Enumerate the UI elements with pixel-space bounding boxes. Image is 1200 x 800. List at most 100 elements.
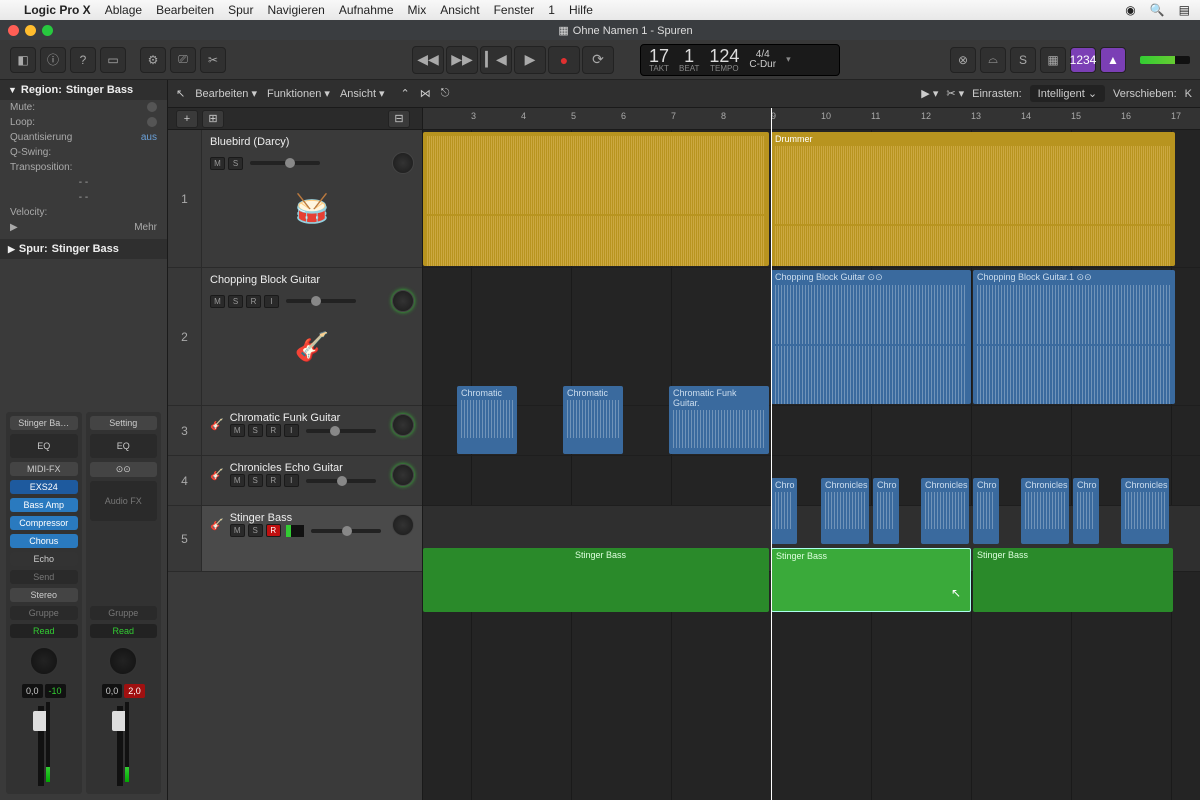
tracks-edit-menu[interactable]: Bearbeiten ▾ xyxy=(195,87,257,100)
minimize-button[interactable] xyxy=(25,25,36,36)
strip-automation[interactable]: Read xyxy=(10,624,78,638)
metronome-button[interactable]: ▲ xyxy=(1100,47,1126,73)
solo-button[interactable]: S xyxy=(228,295,243,308)
pointer-tool[interactable]: ▶ ▾ xyxy=(921,87,938,100)
flex-icon[interactable]: ⋈ xyxy=(420,87,431,100)
track-name[interactable]: Chronicles Echo Guitar xyxy=(230,462,376,474)
volume-slider[interactable] xyxy=(306,479,376,483)
strip-fader[interactable] xyxy=(38,706,44,786)
menu-fenster[interactable]: Fenster xyxy=(494,3,535,17)
add-track-button[interactable]: + xyxy=(176,110,198,128)
region-transpose-row[interactable]: Transposition: xyxy=(0,160,167,175)
input-monitor-button[interactable]: I xyxy=(264,295,279,308)
forward-button[interactable]: ▶▶ xyxy=(446,46,478,74)
lcd-display[interactable]: 17TAKT 1BEAT 124TEMPO 4/4C-Dur ▾ xyxy=(640,44,840,76)
track-name[interactable]: Chopping Block Guitar xyxy=(210,274,414,286)
region-chromatic-3[interactable]: Chromatic Funk Guitar. xyxy=(669,386,769,454)
snap-select[interactable]: Intelligent ⌄ xyxy=(1030,85,1105,102)
region-stinger-1[interactable]: Stinger Bass xyxy=(423,548,769,612)
record-enable-button[interactable]: R xyxy=(266,524,281,537)
inspector-button[interactable]: ⓘ xyxy=(40,47,66,73)
pan-knob[interactable] xyxy=(392,514,414,536)
menu-aufnahme[interactable]: Aufnahme xyxy=(339,3,394,17)
toolbar-button[interactable]: ▭ xyxy=(100,47,126,73)
track-name[interactable]: Chromatic Funk Guitar xyxy=(230,412,376,424)
region-qswing-row[interactable]: Q-Swing: xyxy=(0,145,167,160)
solo-button[interactable]: S xyxy=(1010,47,1036,73)
lcd-signature[interactable]: 4/4 xyxy=(756,50,770,60)
track-header-5[interactable]: 5 🎸 Stinger Bass M S R xyxy=(168,506,422,572)
strip-group-b[interactable]: Gruppe xyxy=(90,606,158,620)
menu-extra-icon[interactable]: ▤ xyxy=(1179,3,1190,17)
strip-midifx[interactable]: MIDI-FX xyxy=(10,462,78,476)
smart-controls-button[interactable]: ⚙ xyxy=(140,47,166,73)
region-chronicles-3[interactable]: Chro xyxy=(873,478,899,544)
strip-name[interactable]: Stinger Ba… xyxy=(10,416,78,430)
volume-slider[interactable] xyxy=(306,429,376,433)
tuner-button[interactable]: ⌓ xyxy=(980,47,1006,73)
strip-fx-4[interactable]: Echo xyxy=(10,552,78,566)
volume-slider[interactable] xyxy=(286,299,356,303)
track-name[interactable]: Bluebird (Darcy) xyxy=(210,136,414,148)
solo-button[interactable]: S xyxy=(248,424,263,437)
region-chopping-2[interactable]: Chopping Block Guitar.1 ⊙⊙ xyxy=(973,270,1175,404)
strip-instrument[interactable]: EXS24 xyxy=(10,480,78,494)
region-chronicles-4[interactable]: Chronicles xyxy=(921,478,969,544)
region-chronicles-7[interactable]: Chro xyxy=(1073,478,1099,544)
lcd-bars[interactable]: 17 xyxy=(649,47,669,65)
region-chronicles-8[interactable]: Chronicles xyxy=(1121,478,1169,544)
region-stinger-2[interactable]: Stinger Bass xyxy=(771,548,971,612)
region-chromatic-2[interactable]: Chromatic xyxy=(563,386,623,454)
move-value[interactable]: K xyxy=(1185,88,1192,100)
lcd-beat[interactable]: 1 xyxy=(684,47,694,65)
strip-pan-knob-b[interactable] xyxy=(108,646,138,676)
strip-group[interactable]: Gruppe xyxy=(10,606,78,620)
menu-hilfe[interactable]: Hilfe xyxy=(569,3,593,17)
replace-button[interactable]: ⊗ xyxy=(950,47,976,73)
menu-mix[interactable]: Mix xyxy=(408,3,427,17)
menu-1[interactable]: 1 xyxy=(548,3,555,17)
track-header-2[interactable]: 2 Chopping Block Guitar M S R I 🎸 xyxy=(168,268,422,406)
count-in-button[interactable]: ▦ xyxy=(1040,47,1066,73)
app-menu[interactable]: Logic Pro X xyxy=(24,3,91,17)
input-monitor-button[interactable]: I xyxy=(284,474,299,487)
strip-db-value-b[interactable]: 2,0 xyxy=(124,684,145,698)
close-button[interactable] xyxy=(8,25,19,36)
solo-button[interactable]: S xyxy=(248,524,263,537)
pan-knob[interactable] xyxy=(392,414,414,436)
strip-setting[interactable]: Setting xyxy=(90,416,158,430)
status-icon[interactable]: ◉ xyxy=(1125,3,1135,17)
menu-navigieren[interactable]: Navigieren xyxy=(267,3,324,17)
mixer-button[interactable]: ⎚ xyxy=(170,47,196,73)
arrange-area[interactable]: 3 4 5 6 7 8 9 10 11 12 13 14 15 16 17 xyxy=(423,108,1200,800)
lcd-tempo[interactable]: 124 xyxy=(709,47,739,65)
mute-button[interactable]: M xyxy=(230,474,245,487)
strip-pan-value-b[interactable]: 0,0 xyxy=(102,684,123,698)
volume-slider[interactable] xyxy=(311,529,381,533)
strip-db-value[interactable]: -10 xyxy=(45,684,66,698)
rewind-button[interactable]: ◀◀ xyxy=(412,46,444,74)
menu-spur[interactable]: Spur xyxy=(228,3,253,17)
input-monitor-button[interactable]: I xyxy=(284,424,299,437)
arrow-tool-icon[interactable]: ↖ xyxy=(176,87,185,100)
track-inspector-header[interactable]: ▶Spur: Stinger Bass xyxy=(0,239,167,259)
catch-icon[interactable]: ⎋ xyxy=(441,87,450,100)
region-chronicles-6[interactable]: Chronicles xyxy=(1021,478,1069,544)
menu-ansicht[interactable]: Ansicht xyxy=(440,3,479,17)
global-tracks-button[interactable]: ⊟ xyxy=(388,110,410,128)
strip-eq[interactable]: EQ xyxy=(10,434,78,458)
track-header-1[interactable]: 1 Bluebird (Darcy) M S 🥁 xyxy=(168,130,422,268)
strip-fx-2[interactable]: Compressor xyxy=(10,516,78,530)
strip-fx-1[interactable]: Bass Amp xyxy=(10,498,78,512)
marquee-tool[interactable]: ✂ ▾ xyxy=(946,87,964,100)
region-velocity-row[interactable]: Velocity: xyxy=(0,205,167,220)
solo-button[interactable]: S xyxy=(228,157,243,170)
pan-knob[interactable] xyxy=(392,464,414,486)
pan-knob[interactable] xyxy=(392,152,414,174)
cycle-button[interactable]: ⟳ xyxy=(582,46,614,74)
mute-button[interactable]: M xyxy=(210,157,225,170)
volume-slider[interactable] xyxy=(250,161,320,165)
region-inspector-header[interactable]: ▼Region: Stinger Bass xyxy=(0,80,167,100)
stop-button[interactable]: ▎◀ xyxy=(480,46,512,74)
pan-knob[interactable] xyxy=(392,290,414,312)
